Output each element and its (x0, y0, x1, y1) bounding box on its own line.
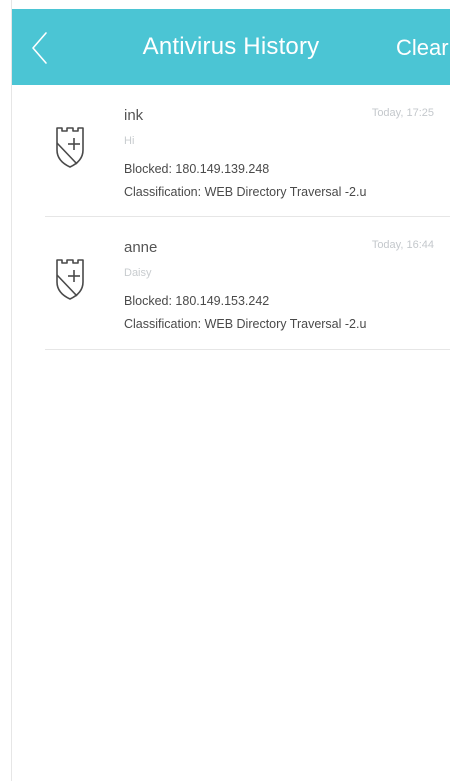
header-bar: Antivirus History Clear (12, 9, 450, 85)
clear-button[interactable]: Clear (396, 35, 449, 61)
record-time: Today, 17:25 (371, 107, 434, 119)
page-title: Antivirus History (142, 33, 320, 60)
left-edge-panel (0, 0, 12, 781)
history-list: ink Today, 17:25 Hi Blocked: 180.149.139… (12, 85, 450, 350)
record-name: anne (124, 239, 158, 256)
record-blocked: Blocked: 180.149.139.248 (124, 162, 270, 176)
record-blocked: Blocked: 180.149.153.242 (124, 294, 270, 308)
antivirus-history-screen: Antivirus History Clear ink Today, 17:25… (0, 0, 450, 781)
shield-castle-icon (50, 123, 90, 171)
record-time: Today, 16:44 (371, 239, 434, 251)
list-item[interactable]: ink Today, 17:25 Hi Blocked: 180.149.139… (45, 85, 450, 217)
record-subtitle: Hi (124, 135, 135, 147)
record-classification: Classification: WEB Directory Traversal … (124, 317, 367, 331)
record-name: ink (124, 107, 144, 124)
list-item[interactable]: anne Today, 16:44 Daisy Blocked: 180.149… (45, 217, 450, 350)
record-subtitle: Daisy (124, 267, 152, 279)
record-classification: Classification: WEB Directory Traversal … (124, 185, 367, 199)
shield-castle-icon (50, 255, 90, 303)
